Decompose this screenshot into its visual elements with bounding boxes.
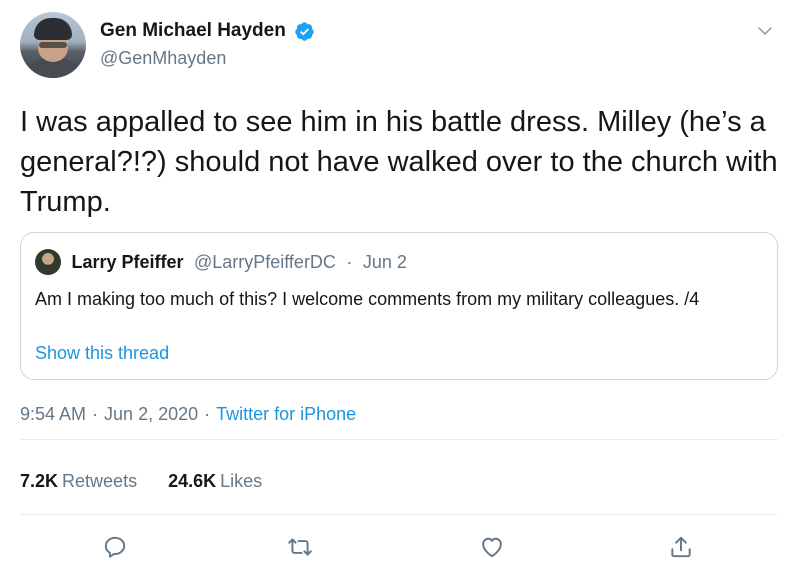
avatar-glasses	[39, 42, 67, 48]
tweet-stats: 7.2K Retweets 24.6K Likes	[20, 471, 288, 492]
reply-icon	[104, 536, 126, 558]
author-display-name[interactable]: Gen Michael Hayden	[100, 20, 286, 42]
share-button[interactable]	[666, 532, 696, 562]
quoted-date: Jun 2	[362, 251, 407, 272]
tweet-meta: 9:54 AM · Jun 2, 2020 · Twitter for iPhone	[20, 404, 356, 425]
tweet-source-link[interactable]: Twitter for iPhone	[216, 404, 356, 424]
likes-stat[interactable]: 24.6K Likes	[168, 471, 262, 492]
quoted-tweet[interactable]: Larry Pfeiffer @LarryPfeifferDC · Jun 2 …	[20, 232, 778, 380]
share-icon	[671, 536, 691, 558]
retweets-count: 7.2K	[20, 471, 59, 491]
like-button[interactable]	[477, 532, 507, 562]
verified-badge-icon	[295, 21, 314, 41]
author-name-block: Gen Michael Hayden @GenMhayden	[100, 20, 315, 69]
divider-2	[20, 514, 778, 515]
quoted-tweet-header: Larry Pfeiffer @LarryPfeifferDC · Jun 2	[35, 249, 407, 277]
tweet-header: Gen Michael Hayden @GenMhayden	[20, 12, 780, 82]
heart-icon	[482, 537, 502, 558]
tweet-actions	[0, 530, 798, 566]
retweet-button[interactable]	[285, 532, 315, 562]
chevron-down-icon[interactable]	[756, 22, 774, 40]
quoted-author-handle: @LarryPfeifferDC	[193, 251, 336, 272]
quoted-tweet-text: Am I making too much of this? I welcome …	[35, 289, 700, 309]
quoted-separator: ·	[346, 251, 353, 272]
likes-label: Likes	[220, 471, 263, 491]
retweet-icon	[288, 538, 312, 556]
divider	[20, 439, 778, 440]
quoted-author-name: Larry Pfeiffer	[71, 251, 184, 272]
retweets-stat[interactable]: 7.2K Retweets	[20, 471, 137, 492]
author-avatar[interactable]	[20, 12, 86, 78]
show-thread-link[interactable]: Show this thread	[35, 343, 169, 364]
avatar-cap	[34, 18, 72, 40]
tweet-text: I was appalled to see him in his battle …	[20, 106, 778, 218]
meta-separator: ·	[92, 404, 99, 424]
meta-separator-2: ·	[204, 404, 211, 424]
likes-count: 24.6K	[168, 471, 217, 491]
quoted-author-avatar	[35, 249, 61, 275]
retweets-label: Retweets	[62, 471, 138, 491]
reply-button[interactable]	[100, 532, 130, 562]
tweet-date[interactable]: Jun 2, 2020	[104, 404, 198, 424]
author-handle[interactable]: @GenMhayden	[100, 48, 315, 69]
tweet-time[interactable]: 9:54 AM	[20, 404, 86, 424]
